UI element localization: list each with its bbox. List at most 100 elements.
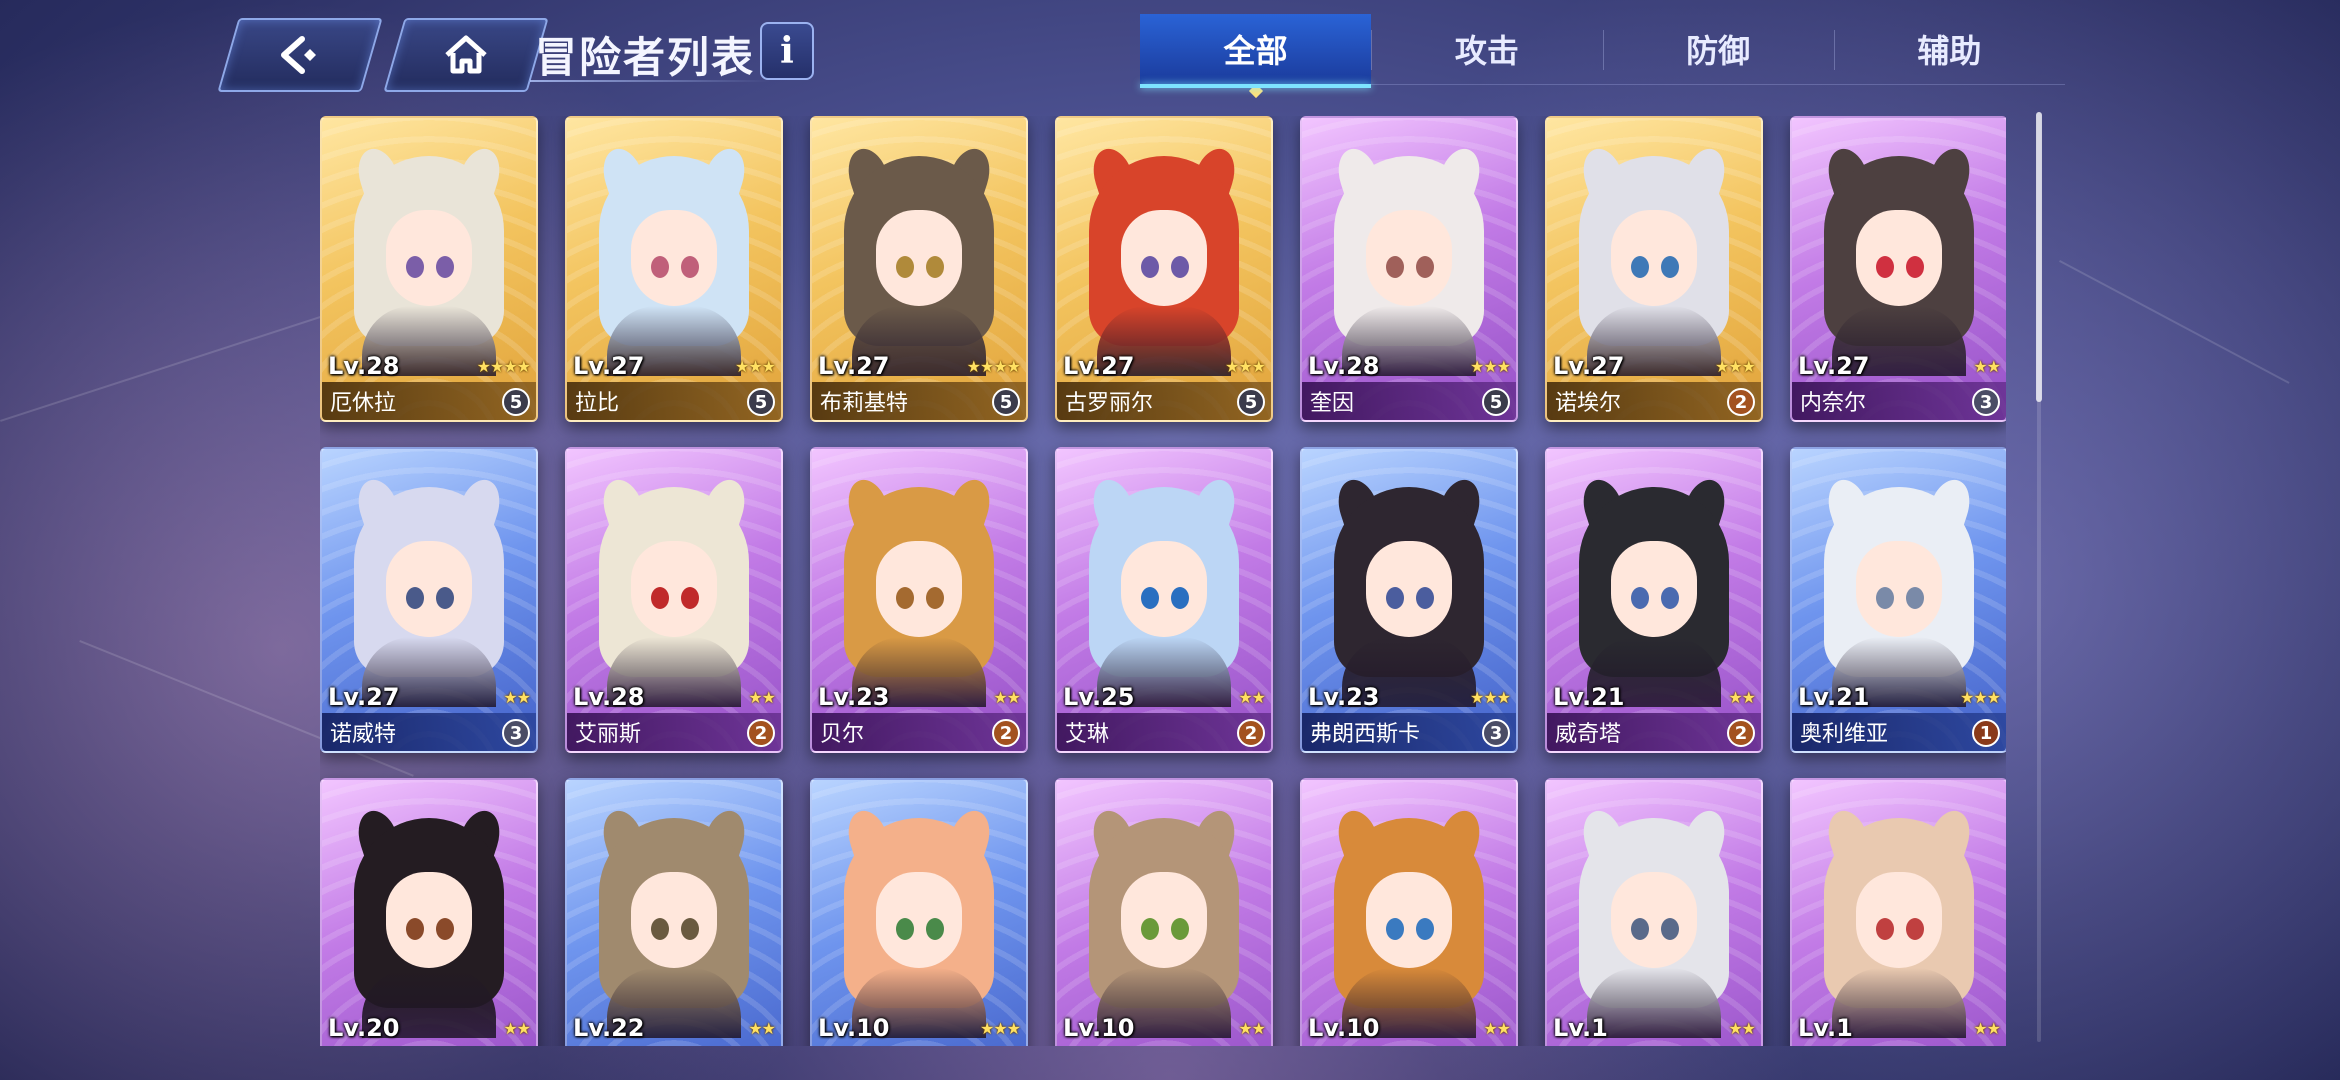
adventurer-card[interactable]: Lv.10 ★★: [1300, 778, 1518, 1046]
face-shape: [386, 210, 472, 306]
tab-all[interactable]: 全部: [1140, 14, 1372, 99]
eye-shape: [1416, 256, 1434, 278]
scrollbar[interactable]: [2036, 112, 2042, 402]
eye-shape: [651, 587, 669, 609]
star-rating: ★★: [503, 1019, 531, 1038]
adventurer-card[interactable]: Lv.21 ★★★ 奥利维亚 1: [1790, 447, 2006, 753]
eye-shape: [1876, 918, 1894, 940]
level-label: Lv.22: [573, 1014, 645, 1042]
adventurer-card[interactable]: Lv.27 ★★★★ 布莉基特 5: [810, 116, 1028, 422]
character-portrait: [1324, 474, 1494, 707]
adventurer-name: 诺威特: [330, 722, 397, 747]
adventurer-card[interactable]: Lv.27 ★★★ 诺埃尔 2: [1545, 116, 1763, 422]
character-portrait: [344, 805, 514, 1038]
face-shape: [1121, 872, 1207, 968]
name-bar: 艾丽斯 2: [567, 713, 781, 751]
adventurer-card[interactable]: Lv.27 ★★★ 古罗丽尔 5: [1055, 116, 1273, 422]
adventurer-card[interactable]: Lv.25 ★★ 艾琳 2: [1055, 447, 1273, 753]
eye-shape: [436, 918, 454, 940]
adventurer-card[interactable]: Lv.28 ★★ 艾丽斯 2: [565, 447, 783, 753]
eye-shape: [406, 918, 424, 940]
adventurer-card[interactable]: Lv.22 ★★: [565, 778, 783, 1046]
tab-support[interactable]: 辅助: [1833, 14, 2065, 84]
tab-attack[interactable]: 攻击: [1371, 14, 1602, 84]
adventurer-name: 内奈尔: [1800, 391, 1867, 416]
rank-badge: 1: [1972, 719, 2000, 747]
adventurer-card[interactable]: Lv.23 ★★ 贝尔 2: [810, 447, 1028, 753]
character-portrait: [344, 143, 514, 376]
back-button[interactable]: [217, 18, 383, 92]
adventurer-card[interactable]: Lv.10 ★★★: [810, 778, 1028, 1046]
adventurer-card[interactable]: Lv.1 ★★: [1790, 778, 2006, 1046]
adventurer-card[interactable]: Lv.27 ★★★ 拉比 5: [565, 116, 783, 422]
face-shape: [1611, 210, 1697, 306]
adventurer-card[interactable]: Lv.28 ★★★ 奎因 5: [1300, 116, 1518, 422]
name-bar: 诺威特 3: [322, 713, 536, 751]
character-portrait: [1814, 805, 1984, 1038]
name-bar: 内奈尔 3: [1792, 382, 2006, 420]
star-rating: ★★: [503, 688, 531, 707]
face-shape: [1611, 541, 1697, 637]
star-rating: ★★★: [734, 357, 776, 376]
eye-shape: [651, 256, 669, 278]
name-bar: 厄休拉 5: [322, 382, 536, 420]
eye-shape: [681, 918, 699, 940]
eye-shape: [926, 918, 944, 940]
level-label: Lv.10: [818, 1014, 890, 1042]
adventurer-card[interactable]: Lv.27 ★★ 诺威特 3: [320, 447, 538, 753]
info-button[interactable]: i: [760, 22, 814, 80]
adventurer-card[interactable]: Lv.20 ★★: [320, 778, 538, 1046]
face-shape: [1856, 541, 1942, 637]
adventurer-name: 诺埃尔: [1555, 391, 1622, 416]
adventurer-card[interactable]: Lv.10 ★★: [1055, 778, 1273, 1046]
rank-badge: 3: [1482, 719, 1510, 747]
rank-badge: 3: [502, 719, 530, 747]
adventurer-name: 奥利维亚: [1800, 722, 1889, 747]
character-portrait: [1324, 805, 1494, 1038]
tab-label: 防御: [1686, 32, 1751, 70]
eye-shape: [1416, 587, 1434, 609]
star-rating: ★★: [1238, 1019, 1266, 1038]
level-label: Lv.27: [818, 352, 890, 380]
adventurer-card[interactable]: Lv.27 ★★ 内奈尔 3: [1790, 116, 2006, 422]
eye-shape: [406, 587, 424, 609]
home-button[interactable]: [383, 18, 549, 92]
adventurer-card[interactable]: Lv.23 ★★★ 弗朗西斯卡 3: [1300, 447, 1518, 753]
character-portrait: [589, 474, 759, 707]
face-shape: [1366, 210, 1452, 306]
eye-shape: [1386, 587, 1404, 609]
face-shape: [386, 872, 472, 968]
star-rating: ★★: [1973, 357, 2001, 376]
star-rating: ★★: [748, 1019, 776, 1038]
face-shape: [631, 872, 717, 968]
character-portrait: [1079, 143, 1249, 376]
face-shape: [1366, 872, 1452, 968]
eye-shape: [1906, 918, 1924, 940]
level-label: Lv.27: [1798, 352, 1870, 380]
tab-defense[interactable]: 防御: [1602, 14, 1834, 84]
face-shape: [876, 541, 962, 637]
character-portrait: [834, 474, 1004, 707]
eye-shape: [896, 587, 914, 609]
star-rating: ★★: [1728, 688, 1756, 707]
level-label: Lv.27: [573, 352, 645, 380]
adventurer-card[interactable]: Lv.21 ★★ 威奇塔 2: [1545, 447, 1763, 753]
adventurer-name: 威奇塔: [1555, 722, 1622, 747]
rank-badge: 5: [747, 388, 775, 416]
eye-shape: [1661, 587, 1679, 609]
level-label: Lv.20: [328, 1014, 400, 1042]
adventurer-name: 古罗丽尔: [1065, 391, 1154, 416]
level-label: Lv.10: [1063, 1014, 1135, 1042]
character-portrait: [344, 474, 514, 707]
adventurer-card[interactable]: Lv.1 ★★: [1545, 778, 1763, 1046]
eye-shape: [406, 256, 424, 278]
name-bar: 弗朗西斯卡 3: [1302, 713, 1516, 751]
star-rating: ★★★: [1469, 357, 1511, 376]
adventurer-name: 艾丽斯: [575, 722, 642, 747]
rank-badge: 2: [1727, 388, 1755, 416]
adventurer-name: 厄休拉: [330, 391, 397, 416]
name-bar: 古罗丽尔 5: [1057, 382, 1271, 420]
level-label: Lv.25: [1063, 683, 1135, 711]
character-portrait: [1814, 143, 1984, 376]
adventurer-card[interactable]: Lv.28 ★★★★ 厄休拉 5: [320, 116, 538, 422]
